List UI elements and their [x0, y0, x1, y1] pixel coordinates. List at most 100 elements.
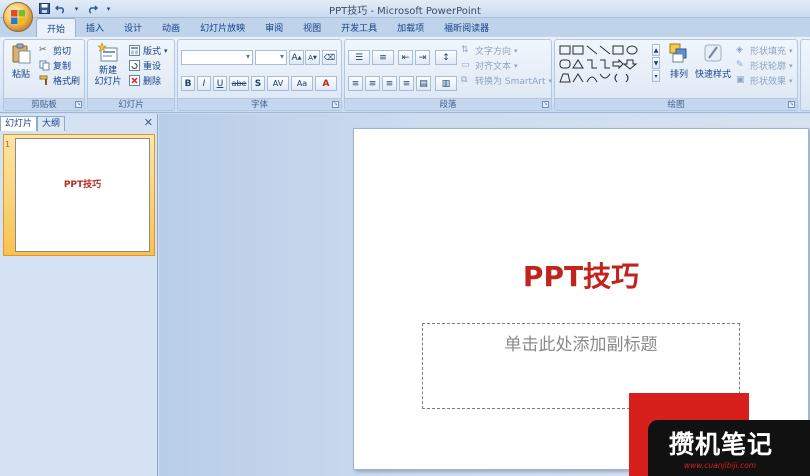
reset-icon — [129, 60, 140, 71]
numbering-button[interactable]: ≡ — [372, 50, 394, 65]
font-size-combo[interactable] — [255, 50, 287, 65]
align-text-button[interactable]: ▭ 对齐文本 ▾ — [461, 59, 518, 72]
ribbon-tabs: 开始 插入 设计 动画 幻灯片放映 审阅 视图 开发工具 加载项 福昕阅读器 — [0, 18, 810, 37]
grow-font-button[interactable]: A ▲ — [289, 50, 304, 65]
layout-icon — [129, 45, 140, 56]
paint-bucket-icon: ◈ — [736, 45, 743, 55]
text-direction-icon: ⇅ — [461, 45, 469, 55]
clear-format-button[interactable]: ⌫ — [322, 50, 337, 65]
decrease-indent-icon: ⇤ — [401, 52, 410, 63]
paste-icon — [12, 43, 31, 64]
effects-icon: ▣ — [736, 75, 745, 85]
font-color-button[interactable]: A — [315, 76, 337, 91]
font-launcher-icon[interactable]: ↘ — [332, 101, 339, 108]
shapes-more-icon[interactable]: ▾ — [652, 70, 660, 82]
arrange-icon — [669, 43, 687, 63]
new-slide-button[interactable]: 新建 幻灯片 — [90, 42, 126, 88]
pen-icon: ✎ — [736, 60, 744, 70]
thumbnail-title: PPT技巧 — [63, 180, 102, 190]
group-drawing: ▲ ▼ ▾ 排列 快速样式 ◈ 形状填充 ▾ ✎ 形状轮廓 ▾ ▣ 形状效果 ▾… — [554, 39, 798, 111]
window-title: PPT技巧 - Microsoft PowerPoint — [329, 6, 481, 17]
bold-button[interactable]: B — [181, 76, 195, 91]
arrange-button[interactable]: 排列 — [664, 42, 694, 81]
convert-smartart-button[interactable]: ⧉ 转换为 SmartArt ▾ — [461, 74, 552, 87]
align-right-button[interactable]: ≡ — [382, 76, 397, 91]
group-label-paragraph: 段落 — [345, 98, 551, 110]
font-name-combo[interactable] — [181, 50, 253, 65]
delete-button[interactable]: 删除 — [129, 74, 161, 87]
strikethrough-button[interactable]: abe — [229, 76, 249, 91]
slides-pane: 幻灯片 大纲 ✕ 1 PPT技巧 — [0, 114, 158, 476]
office-logo-icon — [11, 10, 25, 24]
shape-fill-button[interactable]: ◈ 形状填充 ▾ — [736, 44, 793, 57]
tab-slideshow[interactable]: 幻灯片放映 — [190, 18, 255, 37]
paragraph-launcher-icon[interactable]: ↘ — [542, 101, 549, 108]
shapes-scroll-down-icon[interactable]: ▼ — [652, 57, 660, 69]
brush-icon — [39, 75, 48, 85]
increase-indent-icon: ⇥ — [418, 52, 427, 63]
slide-thumbnail[interactable]: PPT技巧 — [15, 138, 150, 252]
align-right-icon: ≡ — [385, 78, 394, 89]
paste-button[interactable]: 粘贴 — [8, 42, 34, 81]
copy-button[interactable]: 复制 — [39, 59, 71, 72]
scissors-icon: ✂ — [39, 45, 47, 55]
group-label-clipboard: 剪贴板 — [4, 98, 84, 110]
tab-slides-pane[interactable]: 幻灯片 — [0, 116, 38, 131]
close-icon[interactable]: ✕ — [144, 116, 153, 129]
cut-button[interactable]: ✂ 剪切 — [39, 44, 71, 57]
watermark-url: www.cuanjibiji.com — [684, 461, 757, 470]
increase-indent-button[interactable]: ⇥ — [415, 50, 430, 65]
quick-styles-button[interactable]: 快速样式 — [693, 42, 733, 81]
align-text-icon: ▭ — [461, 60, 470, 70]
slide-title[interactable]: PPT技巧 — [354, 255, 808, 295]
drawing-launcher-icon[interactable]: ↘ — [788, 101, 795, 108]
bullets-button[interactable]: ☰ — [348, 50, 370, 65]
columns-icon: ▥ — [441, 78, 451, 89]
shapes-scroll-up-icon[interactable]: ▲ — [652, 44, 660, 56]
char-spacing-button[interactable]: AV — [267, 76, 289, 91]
clipboard-launcher-icon[interactable]: ↘ — [75, 101, 82, 108]
tab-home[interactable]: 开始 — [36, 18, 77, 37]
group-clipboard: 粘贴 ✂ 剪切 复制 格式刷 剪贴板 ↘ — [3, 39, 85, 111]
tab-foxit[interactable]: 福昕阅读器 — [434, 18, 499, 37]
group-label-slides: 幻灯片 — [88, 98, 174, 110]
text-direction-button[interactable]: ⇅ 文字方向 ▾ — [461, 44, 518, 57]
shape-outline-button[interactable]: ✎ 形状轮廓 ▾ — [736, 59, 793, 72]
align-left-icon: ≡ — [351, 78, 360, 89]
align-center-button[interactable]: ≡ — [365, 76, 380, 91]
delete-icon — [129, 75, 140, 86]
tab-design[interactable]: 设计 — [114, 18, 152, 37]
tab-animations[interactable]: 动画 — [152, 18, 190, 37]
decrease-indent-button[interactable]: ⇤ — [398, 50, 413, 65]
shapes-gallery[interactable] — [559, 44, 655, 86]
tab-review[interactable]: 审阅 — [255, 18, 293, 37]
layout-button[interactable]: 版式 ▾ — [129, 44, 168, 57]
underline-button[interactable]: U — [213, 76, 227, 91]
office-button[interactable] — [3, 2, 33, 32]
shape-effects-button[interactable]: ▣ 形状效果 ▾ — [736, 74, 793, 87]
copy-icon — [39, 60, 50, 71]
align-left-button[interactable]: ≡ — [348, 76, 363, 91]
group-paragraph: ☰ ≡ ⇤ ⇥ ↕ ≡ ≡ ≡ ≡ ▤ ▥ ⇅ 文字方向 ▾ ▭ 对齐文本 ▾ ⧉ … — [344, 39, 552, 111]
tab-outline-pane[interactable]: 大纲 — [37, 116, 66, 131]
tab-developer[interactable]: 开发工具 — [331, 18, 387, 37]
format-painter-button[interactable]: 格式刷 — [39, 74, 80, 87]
justify-icon: ≡ — [402, 78, 411, 89]
distributed-button[interactable]: ▤ — [416, 76, 431, 91]
line-spacing-icon: ↕ — [442, 52, 450, 63]
reset-button[interactable]: 重设 — [129, 59, 161, 72]
justify-button[interactable]: ≡ — [399, 76, 414, 91]
line-spacing-button[interactable]: ↕ — [435, 50, 457, 65]
italic-button[interactable]: I — [197, 76, 211, 91]
change-case-button[interactable]: Aa — [291, 76, 313, 91]
columns-button[interactable]: ▥ — [435, 76, 457, 91]
shadow-button[interactable]: S — [251, 76, 265, 91]
quick-styles-icon — [704, 44, 722, 62]
tab-view[interactable]: 视图 — [293, 18, 331, 37]
watermark-logo: 攒机笔记 www.cuanjibiji.com — [629, 393, 810, 476]
shrink-font-button[interactable]: A ▼ — [305, 50, 320, 65]
tab-insert[interactable]: 插入 — [76, 18, 114, 37]
subtitle-placeholder-text: 单击此处添加副标题 — [504, 335, 658, 355]
group-slides: 新建 幻灯片 版式 ▾ 重设 删除 幻灯片 — [87, 39, 175, 111]
tab-addins[interactable]: 加载项 — [387, 18, 434, 37]
